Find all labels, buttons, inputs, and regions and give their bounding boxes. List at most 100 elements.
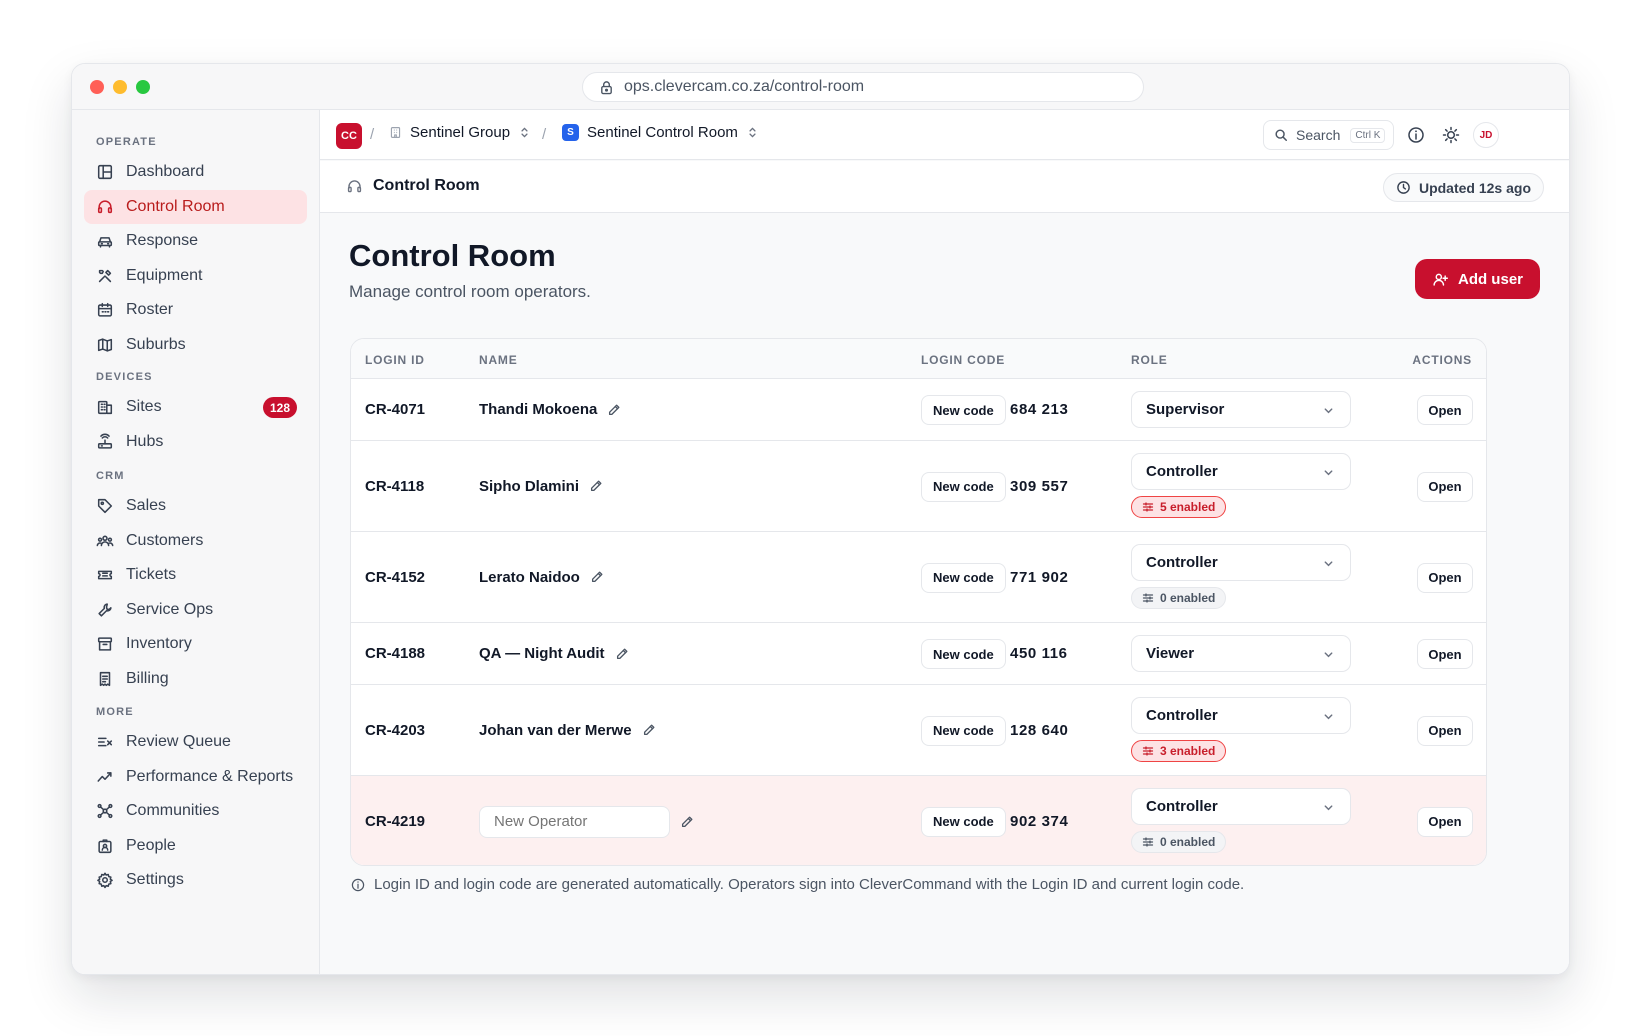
table-row: CR-4118 Sipho Dlamini New code 309 557 Contr… [351, 441, 1486, 532]
operator-name [479, 805, 694, 838]
sidebar-item-service-ops[interactable]: Service Ops [84, 593, 307, 627]
role-select-value: Controller [1146, 554, 1218, 571]
minimize-window-button[interactable] [113, 80, 127, 94]
sidebar-item-equipment[interactable]: Equipment [84, 259, 307, 293]
role-select[interactable]: Controller [1131, 788, 1351, 825]
sidebar-item-sales[interactable]: Sales [84, 489, 307, 523]
sidebar-item-label: Inventory [126, 635, 192, 652]
sidebar-item-label: Communities [126, 802, 220, 819]
tools-icon [98, 269, 112, 282]
edit-name-icon[interactable] [680, 815, 694, 829]
sidebar-item-tickets[interactable]: Tickets [84, 558, 307, 592]
chevron-down-icon [1324, 714, 1333, 720]
sidebar-section-devices: DEVICES [96, 371, 153, 383]
info-icon[interactable] [1406, 125, 1426, 145]
table-row: CR-4152 Lerato Naidoo New code 771 902 Contr… [351, 532, 1486, 623]
sidebar-item-inventory[interactable]: Inventory [84, 627, 307, 661]
sidebar-item-response[interactable]: Response [84, 224, 307, 258]
login-id: CR-4118 [365, 477, 425, 495]
role-select[interactable]: Controller [1131, 544, 1351, 581]
add-user-button[interactable]: Add user [1414, 259, 1540, 299]
sidebar-item-hubs[interactable]: Hubs [84, 425, 307, 459]
open-button[interactable]: Open [1417, 806, 1473, 837]
table-header: LOGIN ID NAME LOGIN CODE ROLE ACTIONS [351, 339, 1486, 379]
login-code: 771 902 [1010, 568, 1069, 586]
open-button[interactable]: Open [1417, 395, 1473, 425]
page-subheader: Control Room Updated 12s ago [320, 161, 1569, 213]
router-icon [97, 433, 113, 449]
table-row: CR-4188 QA — Night Audit New code 450 116 Vi… [351, 623, 1486, 685]
new-code-button[interactable]: New code [921, 639, 1006, 669]
operator-name-label: Sipho Dlamini [479, 477, 580, 495]
role-select[interactable]: Controller [1131, 697, 1351, 734]
permissions-badge[interactable]: 3 enabled [1131, 740, 1227, 762]
sidebar-item-sites[interactable]: Sites 128 [84, 390, 307, 424]
sidebar-item-label: Roster [126, 301, 174, 318]
login-id: CR-4203 [365, 721, 426, 739]
edit-name-icon[interactable] [607, 403, 621, 417]
open-button[interactable]: Open [1417, 715, 1473, 746]
edit-name-icon[interactable] [589, 479, 603, 493]
sidebar-item-performance-and-reports[interactable]: Performance & Reports [84, 760, 307, 794]
permissions-badge[interactable]: 5 enabled [1131, 496, 1227, 518]
edit-name-icon[interactable] [642, 723, 656, 737]
sidebar-item-label: Tickets [126, 566, 177, 583]
sun-icon[interactable] [1441, 125, 1461, 145]
new-code-button[interactable]: New code [921, 471, 1006, 502]
sidebar-item-billing[interactable]: Billing [84, 662, 307, 696]
edit-name-icon[interactable] [615, 647, 629, 661]
open-button[interactable]: Open [1417, 471, 1473, 502]
open-button[interactable]: Open [1417, 562, 1473, 593]
user-plus-icon [1433, 273, 1449, 286]
sidebar-section-crm: CRM [96, 470, 125, 482]
breadcrumb-org-label: Sentinel Group [410, 124, 511, 141]
address-bar[interactable]: ops.clevercam.co.za/control-room [582, 72, 1144, 102]
app-logo[interactable]: CC [336, 123, 362, 149]
sidebar-item-label: Settings [126, 871, 184, 888]
sidebar-item-control-room[interactable]: Control Room [84, 189, 307, 224]
permissions-badge[interactable]: 0 enabled [1131, 831, 1227, 853]
operator-name-label: Lerato Naidoo [479, 568, 580, 586]
open-button[interactable]: Open [1417, 639, 1473, 669]
new-code-button[interactable]: New code [921, 395, 1006, 425]
search-button[interactable]: Search Ctrl K [1263, 120, 1394, 150]
role-select[interactable]: Supervisor [1131, 391, 1351, 428]
login-id: CR-4071 [365, 401, 426, 418]
map-icon [97, 337, 113, 352]
user-avatar[interactable]: JD [1473, 122, 1499, 148]
column-login-id: LOGIN ID [365, 353, 425, 367]
sidebar-item-people[interactable]: People [84, 829, 307, 863]
sidebar-item-roster[interactable]: Roster [84, 293, 307, 327]
permissions-count: 3 enabled [1160, 744, 1216, 758]
maximize-window-button[interactable] [136, 80, 150, 94]
id-badge-icon [98, 838, 112, 853]
role-select[interactable]: Controller [1131, 453, 1351, 490]
operator-name-input[interactable] [479, 805, 670, 838]
new-code-button[interactable]: New code [921, 806, 1006, 837]
sidebar-item-review-queue[interactable]: Review Queue [84, 725, 307, 759]
login-id: CR-4188 [365, 645, 426, 662]
new-code-button[interactable]: New code [921, 715, 1006, 746]
operator-name: Thandi Mokoena [479, 401, 621, 418]
sidebar-item-suburbs[interactable]: Suburbs [84, 328, 307, 362]
sidebar-item-customers[interactable]: Customers [84, 524, 307, 558]
car-icon [97, 237, 113, 248]
edit-name-icon[interactable] [590, 570, 604, 584]
sidebar-item-dashboard[interactable]: Dashboard [84, 155, 307, 189]
permissions-badge[interactable]: 0 enabled [1131, 587, 1227, 609]
new-code-button[interactable]: New code [921, 562, 1006, 593]
sidebar-item-settings[interactable]: Settings [84, 863, 307, 897]
close-window-button[interactable] [90, 80, 104, 94]
column-role: ROLE [1131, 353, 1168, 367]
updated-label: Updated 12s ago [1418, 179, 1531, 196]
sidebar-item-communities[interactable]: Communities [84, 794, 307, 828]
role-select-value: Controller [1146, 707, 1218, 724]
sidebar-section-operate: OPERATE [96, 136, 157, 148]
url-text: ops.clevercam.co.za/control-room [624, 78, 865, 95]
breadcrumb-org[interactable]: Sentinel Group [389, 124, 531, 141]
role-select[interactable]: Viewer [1131, 635, 1351, 672]
breadcrumb-workspace[interactable]: S Sentinel Control Room [562, 124, 759, 141]
column-actions: ACTIONS [1412, 353, 1472, 367]
page-title: Control Room [349, 238, 556, 273]
breadcrumb-workspace-label: Sentinel Control Room [587, 124, 738, 141]
